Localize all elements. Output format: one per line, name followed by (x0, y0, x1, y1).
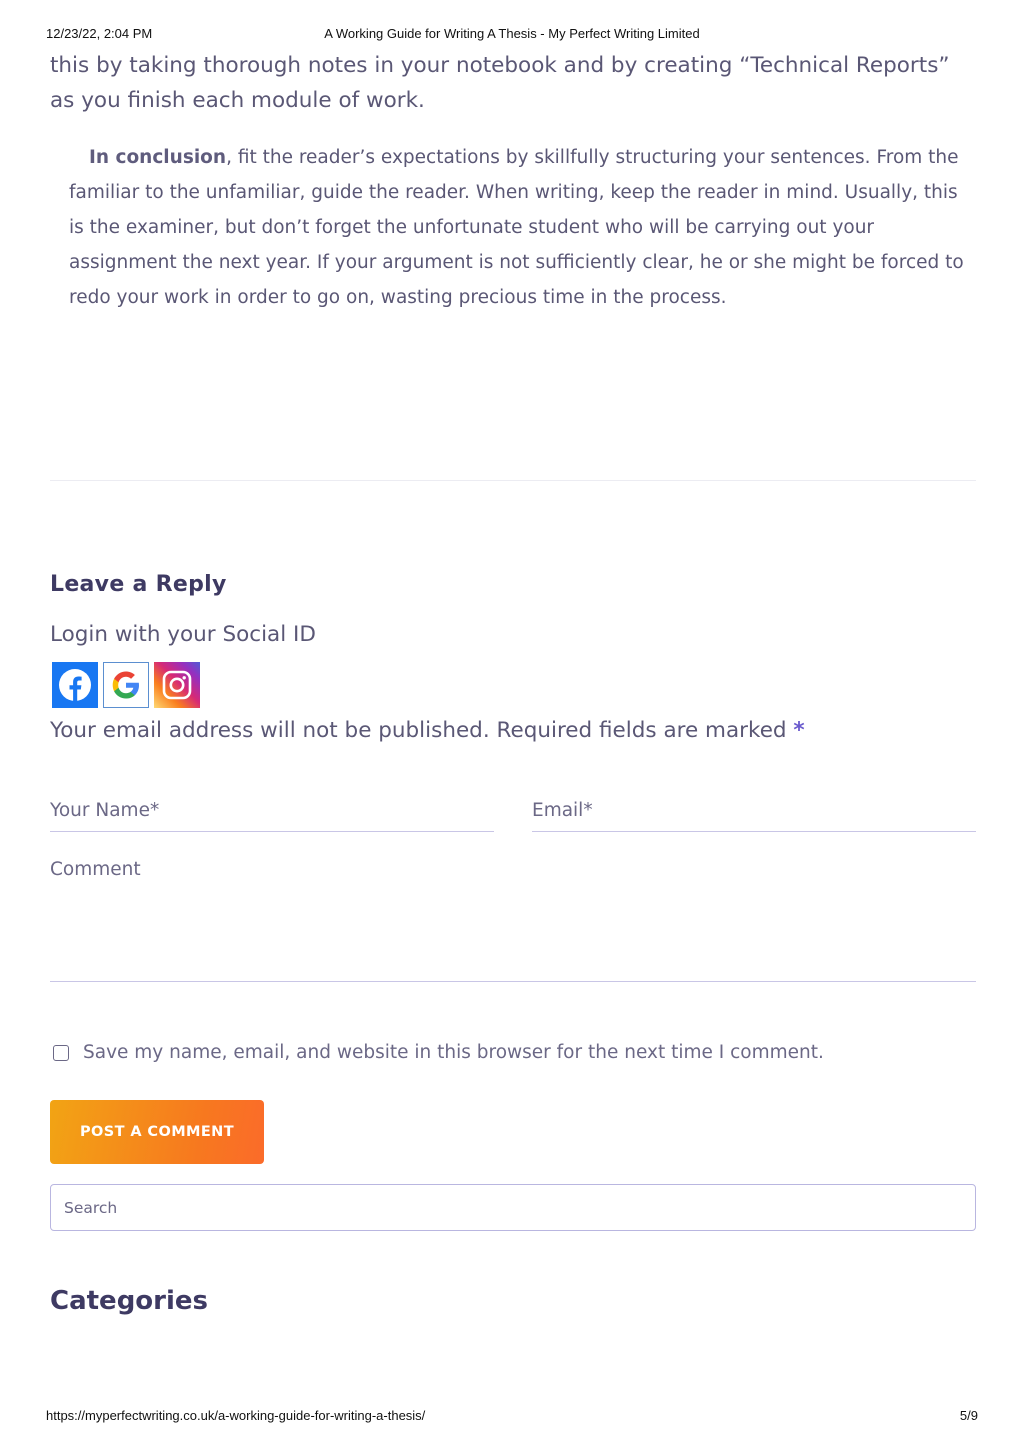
required-fields-notice: Your email address will not be published… (50, 718, 805, 743)
facebook-icon (52, 662, 98, 708)
instagram-icon (154, 662, 200, 708)
article-content: this by taking thorough notes in your no… (50, 48, 976, 315)
google-icon (112, 671, 139, 699)
name-input[interactable] (50, 797, 494, 823)
print-footer: https://myperfectwriting.co.uk/a-working… (0, 1408, 1024, 1424)
social-login-buttons (52, 662, 200, 708)
google-login-button[interactable] (103, 662, 149, 708)
article-paragraph: this by taking thorough notes in your no… (50, 53, 950, 113)
save-info-row: Save my name, email, and website in this… (53, 1042, 824, 1063)
conclusion-lead: In conclusion (89, 147, 227, 168)
search-box (50, 1184, 976, 1231)
save-info-checkbox[interactable] (53, 1044, 69, 1061)
categories-heading: Categories (50, 1286, 209, 1316)
conclusion-paragraph: In conclusion, fit the reader’s expectat… (69, 140, 967, 315)
print-page-title: A Working Guide for Writing A Thesis - M… (324, 26, 700, 41)
email-input[interactable] (532, 797, 976, 823)
comment-field-wrapper (50, 852, 976, 982)
notice-text: Your email address will not be published… (50, 718, 787, 743)
comment-textarea[interactable] (50, 859, 976, 959)
facebook-login-button[interactable] (52, 662, 98, 708)
save-info-label[interactable]: Save my name, email, and website in this… (83, 1042, 824, 1063)
social-login-title: Login with your Social ID (50, 622, 316, 647)
reply-title: Leave a Reply (50, 572, 227, 597)
print-page-number: 5/9 (959, 1408, 978, 1423)
instagram-login-button[interactable] (154, 662, 200, 708)
section-divider (50, 480, 976, 481)
conclusion-text: , fit the reader’s expectations by skill… (69, 147, 964, 308)
name-field-wrapper (50, 783, 494, 832)
print-header: 12/23/22, 2:04 PM A Working Guide for Wr… (0, 26, 1024, 42)
post-comment-button[interactable]: POST A COMMENT (50, 1100, 264, 1164)
print-url: https://myperfectwriting.co.uk/a-working… (46, 1408, 426, 1423)
search-input[interactable] (64, 1198, 944, 1218)
required-asterisk: * (793, 718, 805, 743)
email-field-wrapper (532, 783, 976, 832)
